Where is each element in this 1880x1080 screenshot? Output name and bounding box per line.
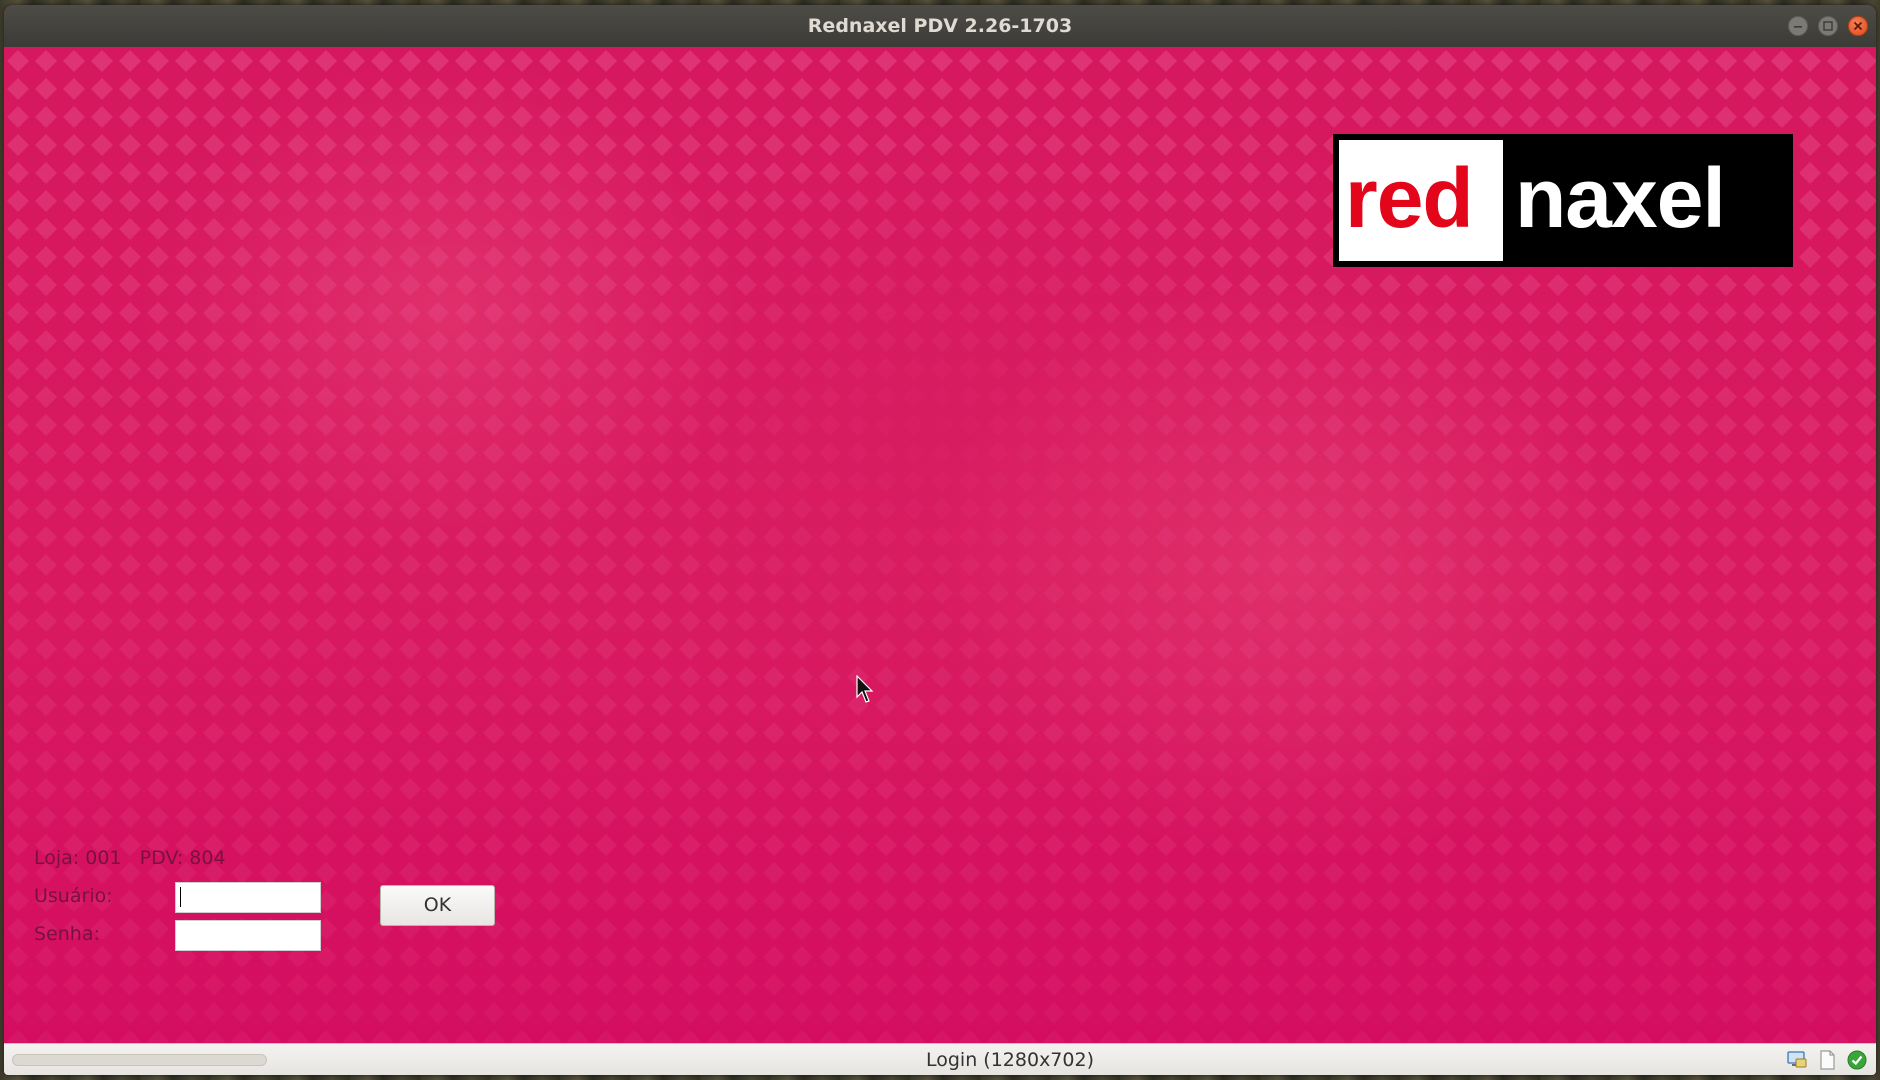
status-bar: Login (1280x702) — [4, 1043, 1876, 1075]
maximize-icon — [1823, 21, 1833, 31]
document-icon[interactable] — [1816, 1049, 1838, 1071]
password-input[interactable] — [175, 920, 321, 951]
minimize-icon — [1794, 26, 1802, 28]
text-caret — [180, 887, 181, 907]
close-icon — [1853, 21, 1863, 31]
monitor-icon[interactable] — [1786, 1049, 1808, 1071]
password-label: Senha: — [34, 923, 100, 945]
mouse-pointer-icon — [856, 675, 874, 703]
logo-text-red: red — [1345, 151, 1474, 245]
logo-text-naxel: naxel — [1515, 151, 1726, 245]
login-screen: red naxel Loja: 001 PDV: 804 Usuário: Se… — [4, 47, 1876, 1043]
ok-button[interactable]: OK — [380, 885, 495, 926]
maximize-button[interactable] — [1818, 16, 1838, 36]
username-label: Usuário: — [34, 885, 113, 907]
close-button[interactable] — [1848, 16, 1868, 36]
minimize-button[interactable] — [1788, 16, 1808, 36]
check-ok-icon[interactable] — [1846, 1049, 1868, 1071]
title-bar[interactable]: Rednaxel PDV 2.26-1703 — [4, 5, 1876, 48]
rednaxel-logo: red naxel — [1333, 134, 1793, 267]
username-input[interactable] — [175, 882, 321, 913]
status-text: Login (1280x702) — [926, 1049, 1094, 1071]
store-pdv-info: Loja: 001 PDV: 804 — [34, 847, 226, 869]
window-title: Rednaxel PDV 2.26-1703 — [807, 15, 1073, 37]
app-window: Rednaxel PDV 2.26-1703 red naxel Loja: 0… — [4, 5, 1876, 1075]
